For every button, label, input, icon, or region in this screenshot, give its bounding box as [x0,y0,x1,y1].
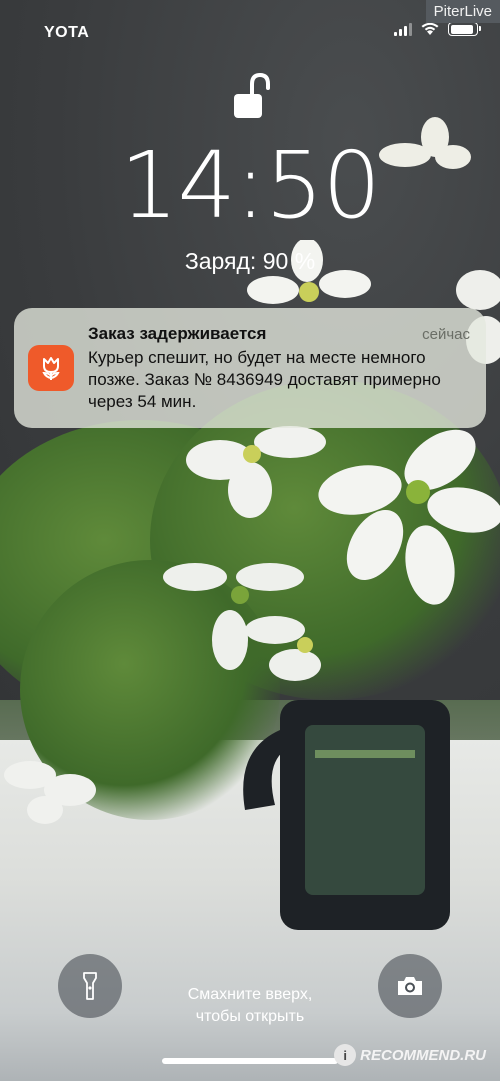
home-indicator[interactable] [162,1058,338,1064]
notification-card[interactable]: Заказ задерживается сейчас Курьер спешит… [14,308,486,428]
recommend-logo-icon: i [334,1044,357,1066]
notification-time: сейчас [422,326,470,343]
watermark-bottom: i RECOMMEND.RU [334,1044,486,1066]
swipe-hint: Смахните вверх, чтобы открыть [150,984,350,1028]
notification-body: Курьер спешит, но будет на месте немного… [88,348,441,411]
swipe-hint-line2: чтобы открыть [195,1008,305,1025]
charge-status: Заряд: 90 % [184,248,316,274]
flashlight-button[interactable] [58,954,122,1018]
wallpaper-flower [163,563,321,681]
wallpaper-flower [186,426,326,518]
lock-screen-time: 14:50 [119,132,381,239]
wallpaper-vase [243,700,450,930]
notification-title: Заказ задерживается [88,324,267,343]
battery-icon [448,22,481,36]
wifi-icon [421,22,439,35]
lock-screen: YOTA PiterLive 14:50 Заряд: 90 % Заказ з… [0,0,500,1081]
watermark-bottom-text: RECOMMEND.RU [360,1046,486,1064]
watermark-top: PiterLive [425,0,500,23]
camera-icon [398,977,422,995]
tulip-icon [28,345,74,391]
signal-icon [394,22,412,36]
unlocked-padlock-icon [234,72,270,118]
status-icons [394,22,481,36]
flashlight-icon [83,972,97,1000]
camera-button[interactable] [378,954,442,1018]
wallpaper-flower [4,761,96,824]
carrier-name: YOTA [44,24,90,41]
swipe-hint-line1: Смахните вверх, [187,986,313,1003]
